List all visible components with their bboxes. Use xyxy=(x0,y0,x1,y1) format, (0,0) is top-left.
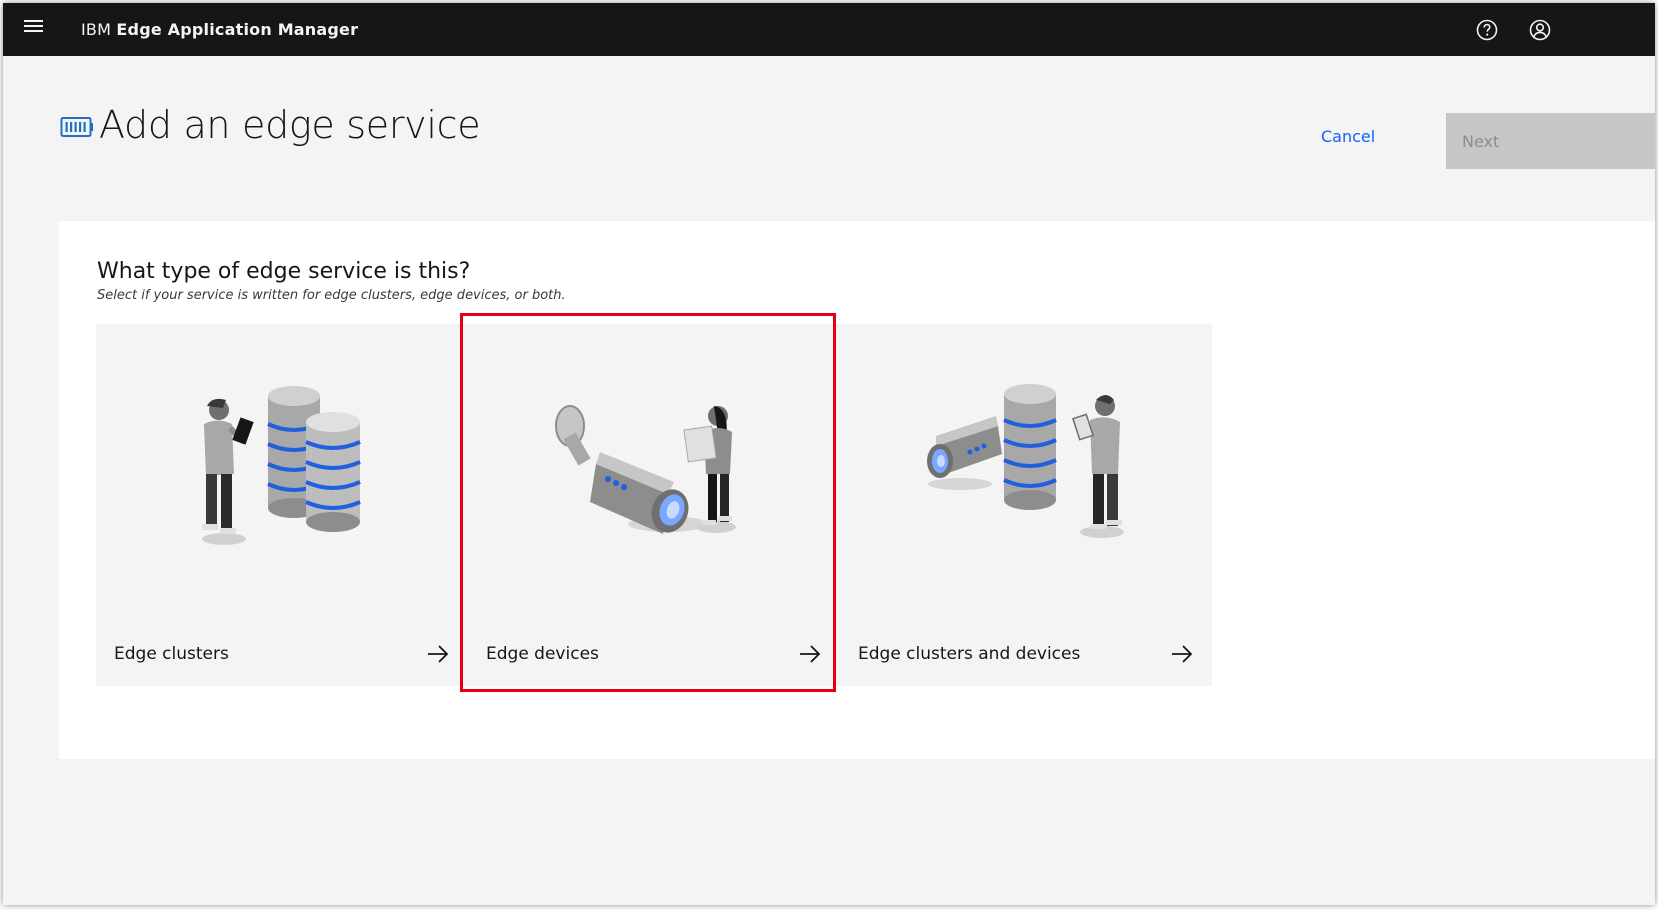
arrow-right-icon xyxy=(1172,645,1193,663)
service-type-panel: What type of edge service is this? Selec… xyxy=(59,221,1655,759)
brand-prefix: IBM xyxy=(81,20,112,39)
page-title: Add an edge service xyxy=(99,103,481,147)
user-avatar-icon[interactable] xyxy=(1527,17,1553,43)
menu-icon[interactable] xyxy=(21,17,47,43)
question-hint: Select if your service is written for ed… xyxy=(97,288,566,303)
app-window: IBM Edge Application Manager Add an edge… xyxy=(3,3,1655,905)
cancel-button[interactable]: Cancel xyxy=(1321,127,1375,146)
tile-label: Edge devices xyxy=(486,644,599,664)
cluster-and-device-illustration xyxy=(840,324,1212,594)
help-icon[interactable] xyxy=(1474,17,1500,43)
brand-product-name: Edge Application Manager xyxy=(116,20,359,39)
tile-label: Edge clusters xyxy=(114,644,229,664)
tile-edge-clusters[interactable]: Edge clusters xyxy=(96,324,468,686)
tile-label: Edge clusters and devices xyxy=(858,644,1081,664)
device-illustration xyxy=(468,324,840,594)
arrow-right-icon xyxy=(800,645,821,663)
service-icon xyxy=(60,116,94,138)
arrow-right-icon xyxy=(428,645,449,663)
brand[interactable]: IBM Edge Application Manager xyxy=(81,20,358,39)
tile-edge-clusters-and-devices[interactable]: Edge clusters and devices xyxy=(840,324,1212,686)
tile-edge-devices[interactable]: Edge devices xyxy=(468,324,840,686)
next-button[interactable]: Next xyxy=(1446,113,1655,169)
question-heading: What type of edge service is this? xyxy=(97,259,471,284)
top-nav-bar: IBM Edge Application Manager xyxy=(3,3,1655,56)
cluster-illustration xyxy=(96,324,468,594)
